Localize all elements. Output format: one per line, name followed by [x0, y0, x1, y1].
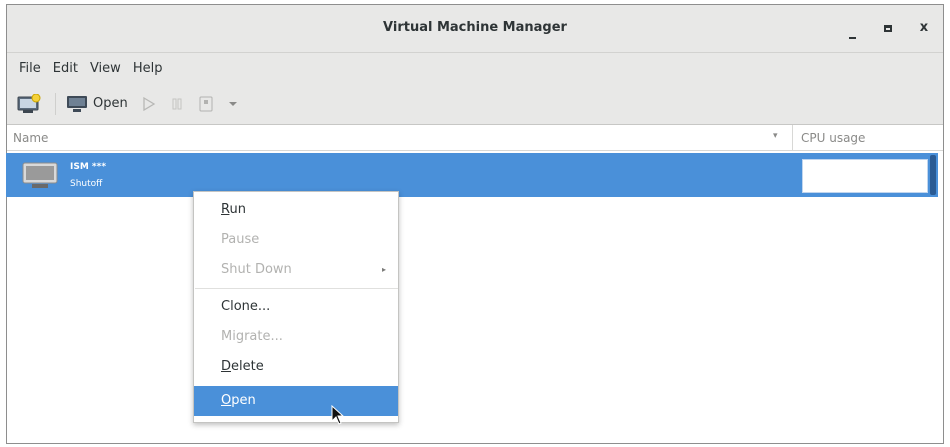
shutdown-label: Shut Down [221, 262, 292, 277]
new-vm-button[interactable] [17, 93, 41, 114]
toolbar: Open [7, 83, 943, 125]
shutdown-icon [199, 96, 213, 111]
minimize-button[interactable] [841, 17, 863, 39]
minimize-icon [848, 37, 856, 39]
shutdown-dropdown[interactable] [228, 100, 238, 108]
delete-mnemonic: D [221, 359, 232, 374]
open-button[interactable]: Open [66, 95, 128, 113]
menu-file[interactable]: File [13, 61, 47, 76]
shutdown-button[interactable] [198, 96, 214, 112]
pause-button[interactable] [170, 97, 184, 111]
column-cpu-usage[interactable]: CPU usage [801, 131, 865, 145]
mouse-pointer-icon [331, 405, 345, 425]
maximize-button[interactable] [877, 17, 899, 39]
chevron-down-icon [228, 101, 237, 106]
maximize-icon [884, 25, 892, 32]
submenu-arrow-icon: ▸ [381, 265, 386, 274]
menu-item-open[interactable]: Open [194, 386, 398, 416]
pause-icon [172, 98, 182, 109]
delete-label-rest: elete [231, 359, 264, 374]
menu-help[interactable]: Help [127, 61, 169, 76]
run-label-rest: un [229, 202, 246, 217]
vm-row[interactable]: ISM *** Shutoff [6, 153, 938, 197]
context-menu: Run Pause Shut Down ▸ Clone... Migrate...… [193, 191, 399, 423]
run-button[interactable] [142, 96, 156, 111]
menu-separator [195, 288, 398, 289]
open-label-rest: pen [231, 393, 256, 408]
menu-view[interactable]: View [84, 61, 127, 76]
menubar: File Edit View Help [7, 53, 943, 83]
cpu-usage-graph [802, 159, 928, 193]
menu-item-migrate[interactable]: Migrate... [194, 322, 398, 352]
menu-edit[interactable]: Edit [47, 61, 84, 76]
menu-item-shutdown[interactable]: Shut Down ▸ [194, 255, 398, 285]
menu-item-delete[interactable]: Delete [194, 352, 398, 382]
main-window: Virtual Machine Manager x File Edit View… [6, 4, 944, 444]
vm-name: ISM *** [70, 162, 107, 172]
sort-indicator-icon: ▾ [773, 131, 778, 141]
scrollbar[interactable] [930, 155, 936, 195]
column-divider [792, 125, 793, 151]
menu-item-run[interactable]: Run [194, 195, 398, 225]
close-button[interactable]: x [913, 17, 935, 39]
window-title: Virtual Machine Manager [383, 20, 567, 35]
play-icon [143, 96, 155, 111]
column-header: Name ▾ CPU usage [7, 125, 943, 151]
monitor-icon [67, 95, 87, 112]
new-vm-icon [17, 93, 41, 113]
menu-item-pause[interactable]: Pause [194, 225, 398, 255]
open-button-label: Open [93, 96, 128, 111]
column-name[interactable]: Name [13, 131, 48, 145]
menu-item-clone[interactable]: Clone... [194, 292, 398, 322]
vm-status: Shutoff [70, 179, 103, 189]
vm-monitor-icon [22, 162, 58, 188]
toolbar-separator [55, 92, 56, 115]
close-icon: x [919, 20, 929, 35]
titlebar[interactable]: Virtual Machine Manager x [7, 5, 943, 53]
open-mnemonic: O [221, 393, 232, 408]
